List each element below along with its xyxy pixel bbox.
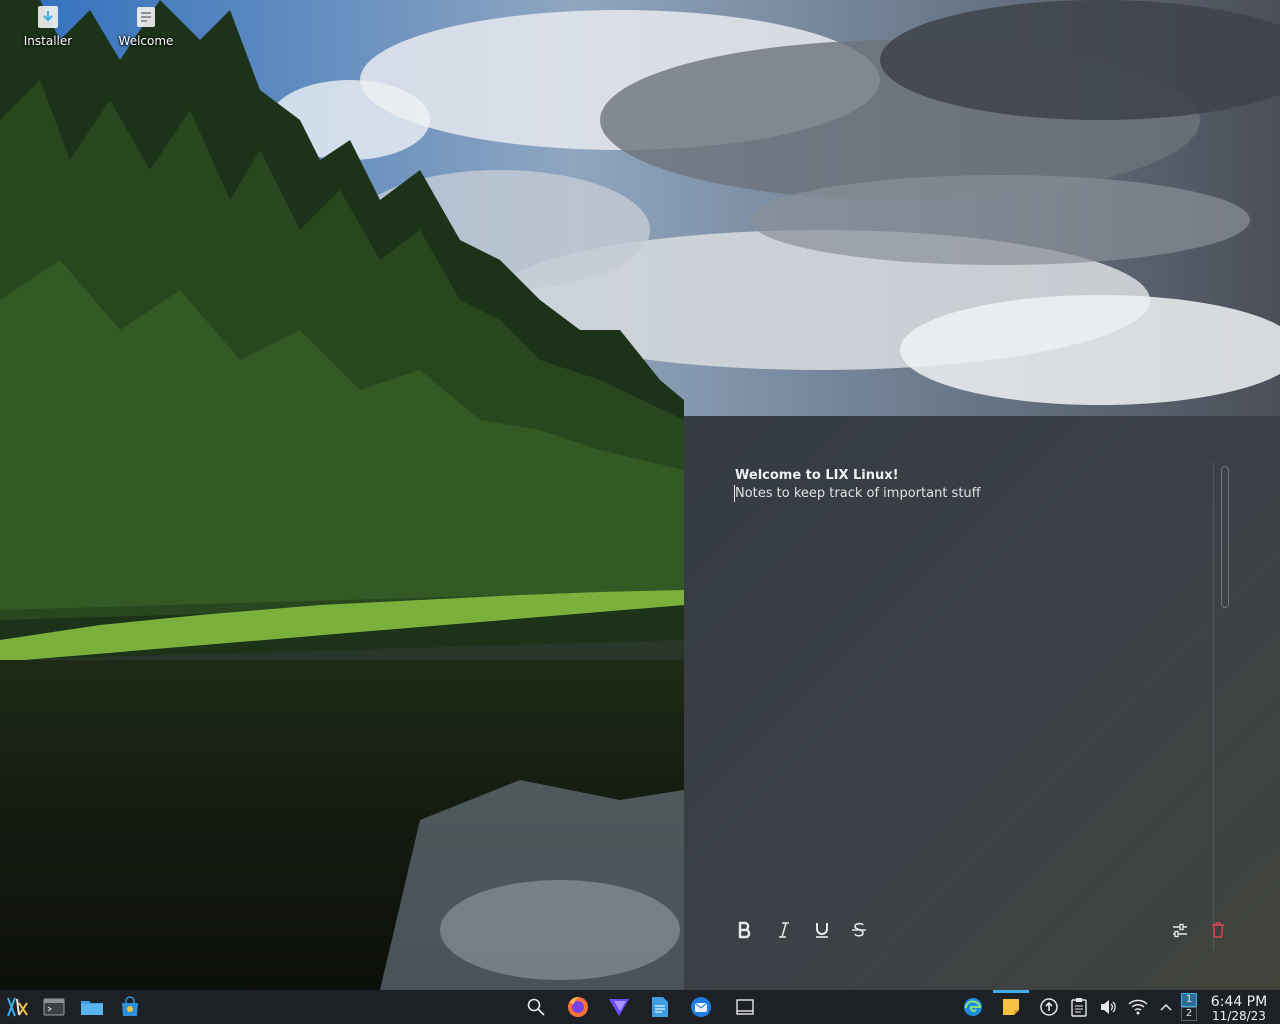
installer-icon [35,4,61,30]
volume-button[interactable] [1092,990,1124,1024]
volume-icon [1101,1000,1116,1014]
edge-button[interactable] [957,990,989,1024]
file-manager-button[interactable] [76,990,108,1024]
desktop-icon-label: Welcome [118,34,174,48]
desktop-icon-installer[interactable]: Installer [10,4,86,58]
search-icon [527,998,545,1016]
app-launcher-icon [7,997,28,1017]
terminal-button[interactable] [38,990,70,1024]
show-desktop-button[interactable] [729,990,761,1024]
underline-icon [816,923,828,938]
firefox-icon [568,996,588,1017]
underline-button[interactable] [808,916,836,944]
thunderbird-button[interactable] [685,990,717,1024]
updates-button[interactable] [1033,990,1065,1024]
clock-time: 6:44 PM [1210,994,1268,1010]
note-body[interactable]: Notes to keep track of important stuff [735,486,981,501]
thunderbird-icon [691,997,711,1017]
expand-tray-button[interactable] [1150,990,1182,1024]
proton-vpn-icon [609,999,629,1016]
text-editor-icon [652,997,668,1017]
clipboard-button[interactable] [1063,990,1095,1024]
settings-sliders-icon [1173,923,1187,938]
firefox-button[interactable] [562,990,594,1024]
sticky-note-icon [1003,999,1019,1015]
desktop-2[interactable]: 2 [1181,1007,1197,1021]
virtual-desktop-pager[interactable]: 1 2 [1181,993,1197,1021]
note-title[interactable]: Welcome to LIX Linux! [735,468,899,483]
welcome-icon [133,4,159,30]
desktop-icon-label: Installer [23,34,73,48]
bold-button[interactable] [731,916,759,944]
italic-icon [779,922,789,938]
sticky-note-tray-button[interactable] [995,990,1027,1024]
note-scrollbar[interactable] [1221,466,1229,608]
digital-clock[interactable]: 6:44 PM 11/28/23 [1206,992,1272,1022]
wifi-icon [1128,999,1148,1015]
active-task-indicator [993,990,1029,993]
proton-vpn-button[interactable] [603,990,635,1024]
italic-button[interactable] [770,916,798,944]
updates-icon [1040,998,1058,1016]
desktop-1[interactable]: 1 [1181,993,1197,1007]
clock-date: 11/28/23 [1212,1009,1266,1023]
strikethrough-button[interactable] [845,916,873,944]
search-button[interactable] [520,990,552,1024]
software-store-icon [122,996,138,1016]
bold-icon [738,921,751,939]
edge-icon [964,998,982,1016]
file-manager-icon [81,1001,103,1015]
desktop-icon-welcome[interactable]: Welcome [108,4,184,58]
software-store-button[interactable] [114,990,146,1024]
app-launcher-button[interactable] [2,990,34,1024]
trash-icon [1212,922,1224,938]
strikethrough-icon [852,922,866,937]
sticky-note-widget: Welcome to LIX Linux! Notes to keep trac… [684,416,1280,990]
note-settings-button[interactable] [1166,916,1194,944]
clipboard-icon [1071,998,1087,1017]
expand-tray-icon [1160,1003,1172,1011]
taskbar [0,990,1280,1024]
text-editor-button[interactable] [644,990,676,1024]
delete-note-button[interactable] [1204,916,1232,944]
note-divider [1213,462,1214,950]
terminal-icon [43,998,65,1016]
show-desktop-icon [736,999,754,1015]
